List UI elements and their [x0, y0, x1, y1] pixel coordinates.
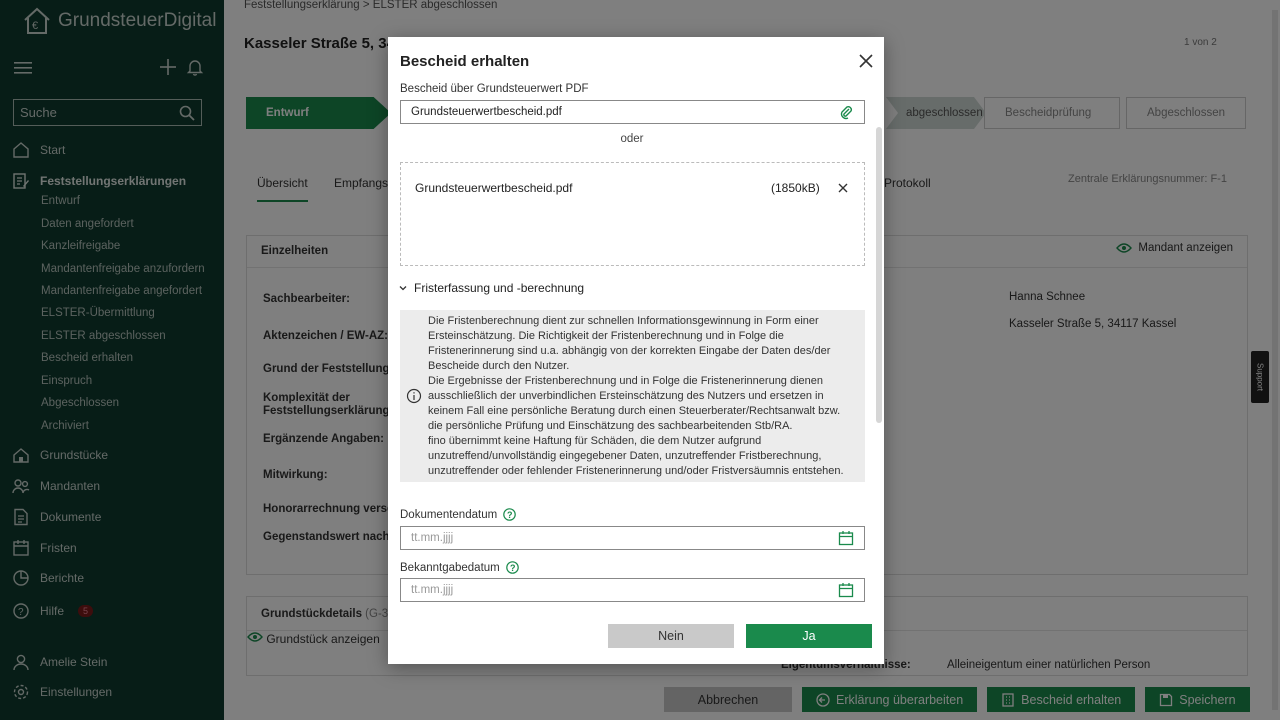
or-separator: oder [620, 133, 644, 145]
uploaded-file-name: Grundsteuerwertbescheid.pdf [415, 181, 573, 195]
svg-text:?: ? [510, 563, 516, 573]
document-date-label-text: Dokumentendatum [400, 508, 498, 521]
notice-date-placeholder: tt.mm.jjjj [411, 584, 454, 596]
deadline-disclaimer-box: Die Fristenberechnung dient zur schnelle… [400, 310, 865, 482]
bescheid-dialog: Bescheid erhalten Bescheid über Grundste… [388, 37, 884, 664]
notice-date-label-text: Bekanntgabedatum [400, 561, 500, 574]
info-icon [406, 388, 422, 404]
remove-file-icon[interactable] [837, 182, 849, 194]
dialog-scrollbar[interactable] [876, 127, 882, 423]
document-date-placeholder: tt.mm.jjjj [411, 532, 454, 544]
pdf-field-label: Bescheid über Grundsteuerwert PDF [400, 83, 589, 95]
paperclip-icon[interactable] [838, 104, 854, 120]
dialog-title: Bescheid erhalten [400, 53, 530, 70]
yes-button[interactable]: Ja [746, 624, 872, 648]
no-button[interactable]: Nein [608, 624, 734, 648]
uploaded-file-size: (1850kB) [771, 181, 820, 195]
deadline-accordion-title: Fristerfassung und -berechnung [414, 281, 585, 295]
help-icon[interactable]: ? [503, 508, 516, 521]
notice-date-input[interactable]: tt.mm.jjjj [400, 578, 865, 602]
calendar-icon[interactable] [838, 582, 854, 598]
document-date-input[interactable]: tt.mm.jjjj [400, 526, 865, 550]
document-date-label: Dokumentendatum ? [400, 508, 516, 521]
notice-date-label: Bekanntgabedatum ? [400, 561, 519, 574]
svg-text:?: ? [507, 510, 513, 520]
chevron-down-icon [399, 286, 407, 291]
calendar-icon[interactable] [838, 530, 854, 546]
pdf-file-value: Grundsteuerwertbescheid.pdf [411, 106, 562, 118]
help-icon[interactable]: ? [505, 561, 519, 574]
pdf-file-input[interactable]: Grundsteuerwertbescheid.pdf [400, 100, 865, 124]
close-icon[interactable] [858, 53, 874, 69]
deadline-accordion-header[interactable]: Fristerfassung und -berechnung [398, 281, 584, 295]
deadline-disclaimer-text: Die Fristenberechnung dient zur schnelle… [428, 315, 844, 477]
file-dropzone[interactable]: Grundsteuerwertbescheid.pdf (1850kB) [400, 162, 865, 266]
